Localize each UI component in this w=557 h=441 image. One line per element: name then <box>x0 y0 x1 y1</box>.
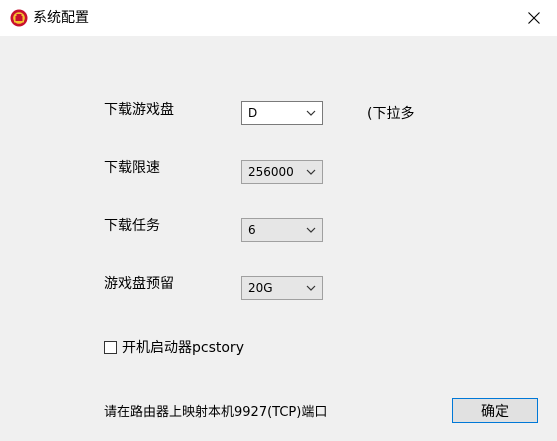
chevron-down-icon <box>306 169 316 175</box>
disk-reserve-label: 游戏盘预留 <box>104 276 174 292</box>
download-tasks-label: 下载任务 <box>104 218 160 234</box>
download-tasks-select[interactable]: 6 <box>241 218 323 242</box>
close-icon <box>528 12 540 24</box>
autostart-option[interactable]: 开机启动器pcstory <box>104 338 244 356</box>
window-title: 系统配置 <box>33 10 89 26</box>
download-tasks-value: 6 <box>248 223 256 237</box>
disk-reserve-select[interactable]: 20G <box>241 276 323 300</box>
config-window: 系统配置 下载游戏盘 D (下拉多 下载限速 256000 下载任务 6 游戏盘… <box>0 0 557 441</box>
disk-reserve-value: 20G <box>248 281 273 295</box>
chevron-down-icon <box>306 227 316 233</box>
download-disk-label: 下载游戏盘 <box>104 102 174 118</box>
red-emblem-icon <box>10 9 28 27</box>
chevron-down-icon <box>306 285 316 291</box>
download-disk-value: D <box>248 106 258 120</box>
speed-limit-label: 下载限速 <box>104 160 160 176</box>
chevron-down-icon <box>306 110 316 116</box>
speed-limit-select[interactable]: 256000 <box>241 160 323 184</box>
ok-button[interactable]: 确定 <box>452 398 538 423</box>
speed-limit-value: 256000 <box>248 165 294 179</box>
dropdown-hint: (下拉多 <box>367 106 415 122</box>
port-mapping-note: 请在路由器上映射本机9927(TCP)端口 <box>104 405 328 420</box>
autostart-label: 开机启动器pcstory <box>122 340 244 356</box>
title-bar: 系统配置 <box>0 0 557 36</box>
close-button[interactable] <box>511 0 557 36</box>
download-disk-select[interactable]: D <box>241 101 323 125</box>
autostart-checkbox[interactable] <box>104 340 117 354</box>
